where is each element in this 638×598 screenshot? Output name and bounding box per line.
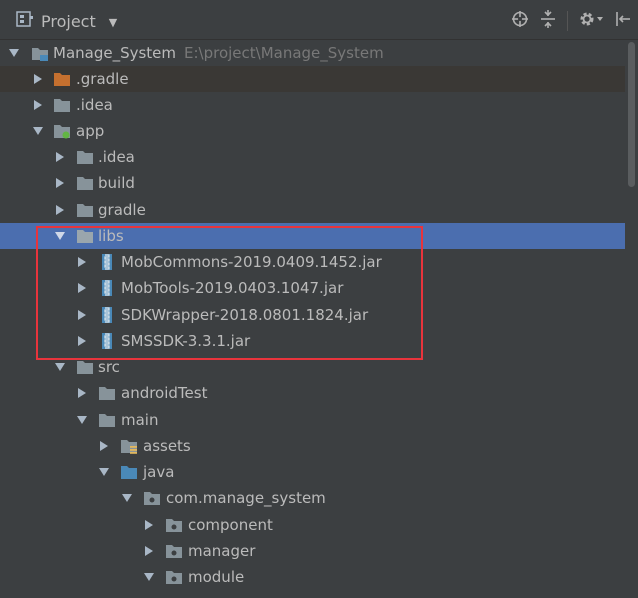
collapsed-arrow-icon[interactable] [76,249,88,275]
vertical-scrollbar[interactable] [625,40,638,598]
tree-label: Manage_System [53,44,177,62]
package-icon [165,542,183,560]
folder-icon [76,227,94,245]
expanded-arrow-icon[interactable] [54,223,66,249]
folder-icon [76,148,94,166]
folder-icon [76,174,94,192]
tree-label: MobTools-2019.0403.1047.jar [121,279,344,297]
expanded-arrow-icon[interactable] [32,118,44,144]
tree-label: .gradle [76,70,129,88]
tree-row-gradle-dir[interactable]: .gradle [0,66,625,92]
tree-label: SMSSDK-3.3.1.jar [121,332,251,350]
module-folder-icon [31,44,49,62]
project-view-icon [16,10,34,32]
scrollbar-thumb[interactable] [628,42,635,187]
tree-row-java[interactable]: java [0,459,625,485]
tree-label: .idea [98,148,135,166]
folder-icon [76,201,94,219]
tree-label: app [76,122,105,140]
project-tree: Manage_System E:\project\Manage_System .… [0,40,625,598]
toolbar-divider [567,11,568,31]
folder-icon [76,358,94,376]
locate-icon[interactable] [511,10,529,32]
tree-label: java [143,463,175,481]
tree-row-package[interactable]: com.manage_system [0,485,625,511]
package-icon [165,568,183,586]
collapsed-arrow-icon[interactable] [54,170,66,196]
jar-archive-icon [98,253,116,271]
tree-label: androidTest [121,384,208,402]
project-view-selector[interactable]: Project ▼ [16,10,117,32]
expanded-arrow-icon[interactable] [121,485,133,511]
tree-row-jar[interactable]: MobCommons-2019.0409.1452.jar [0,249,625,275]
folder-icon [53,96,71,114]
collapsed-arrow-icon[interactable] [54,144,66,170]
collapsed-arrow-icon[interactable] [76,328,88,354]
collapsed-arrow-icon[interactable] [32,66,44,92]
resource-folder-icon [120,437,138,455]
expanded-arrow-icon[interactable] [143,564,155,590]
tree-label: SDKWrapper-2018.0801.1824.jar [121,306,369,324]
settings-icon[interactable] [578,10,604,32]
tree-label: module [188,568,245,586]
android-module-folder-icon [53,122,71,140]
tree-label: .idea [76,96,113,114]
package-icon [165,516,183,534]
tree-label: src [98,358,120,376]
tree-label: assets [143,437,191,455]
collapsed-arrow-icon[interactable] [98,433,110,459]
tree-row-idea-dir[interactable]: .idea [0,92,625,118]
jar-archive-icon [98,306,116,324]
expanded-arrow-icon[interactable] [54,354,66,380]
jar-archive-icon [98,332,116,350]
tree-label: libs [98,227,124,245]
tree-row-gradle[interactable]: gradle [0,197,625,223]
tree-label: component [188,516,273,534]
tree-label: gradle [98,201,146,219]
project-view-title: Project [41,11,96,31]
chevron-down-icon: ▼ [108,15,118,29]
collapse-all-icon[interactable] [539,10,557,32]
collapsed-arrow-icon[interactable] [32,92,44,118]
tree-row-src[interactable]: src [0,354,625,380]
tree-row-build[interactable]: build [0,170,625,196]
jar-archive-icon [98,279,116,297]
tree-row-jar[interactable]: SDKWrapper-2018.0801.1824.jar [0,302,625,328]
source-folder-icon [120,463,138,481]
package-icon [143,489,161,507]
tree-row-subpackage[interactable]: manager [0,538,625,564]
project-path: E:\project\Manage_System [184,44,384,62]
tree-row-assets[interactable]: assets [0,433,625,459]
expanded-arrow-icon[interactable] [98,459,110,485]
tree-row-subpackage[interactable]: component [0,512,625,538]
tree-row-libs[interactable]: libs [0,223,625,249]
collapsed-arrow-icon[interactable] [76,302,88,328]
tree-label: manager [188,542,256,560]
collapsed-arrow-icon[interactable] [76,380,88,406]
project-toolbar: Project ▼ [0,0,638,40]
hide-panel-icon[interactable] [614,10,632,32]
collapsed-arrow-icon[interactable] [54,197,66,223]
collapsed-arrow-icon[interactable] [143,512,155,538]
tree-row-android-test[interactable]: androidTest [0,380,625,406]
collapsed-arrow-icon[interactable] [143,538,155,564]
tree-label: build [98,174,135,192]
collapsed-arrow-icon[interactable] [76,275,88,301]
tree-row-jar[interactable]: SMSSDK-3.3.1.jar [0,328,625,354]
expanded-arrow-icon[interactable] [8,40,20,66]
tree-row-manage-system[interactable]: Manage_System E:\project\Manage_System [0,40,625,66]
tree-row-subpackage[interactable]: module [0,564,625,590]
excluded-folder-icon [53,70,71,88]
tree-label: MobCommons-2019.0409.1452.jar [121,253,382,271]
tree-row-jar[interactable]: MobTools-2019.0403.1047.jar [0,275,625,301]
tree-label: main [121,411,159,429]
tree-row-app[interactable]: app [0,118,625,144]
tree-row-app-idea[interactable]: .idea [0,144,625,170]
folder-icon [98,384,116,402]
expanded-arrow-icon[interactable] [76,407,88,433]
tree-label: com.manage_system [166,489,326,507]
tree-row-main[interactable]: main [0,407,625,433]
folder-icon [98,411,116,429]
